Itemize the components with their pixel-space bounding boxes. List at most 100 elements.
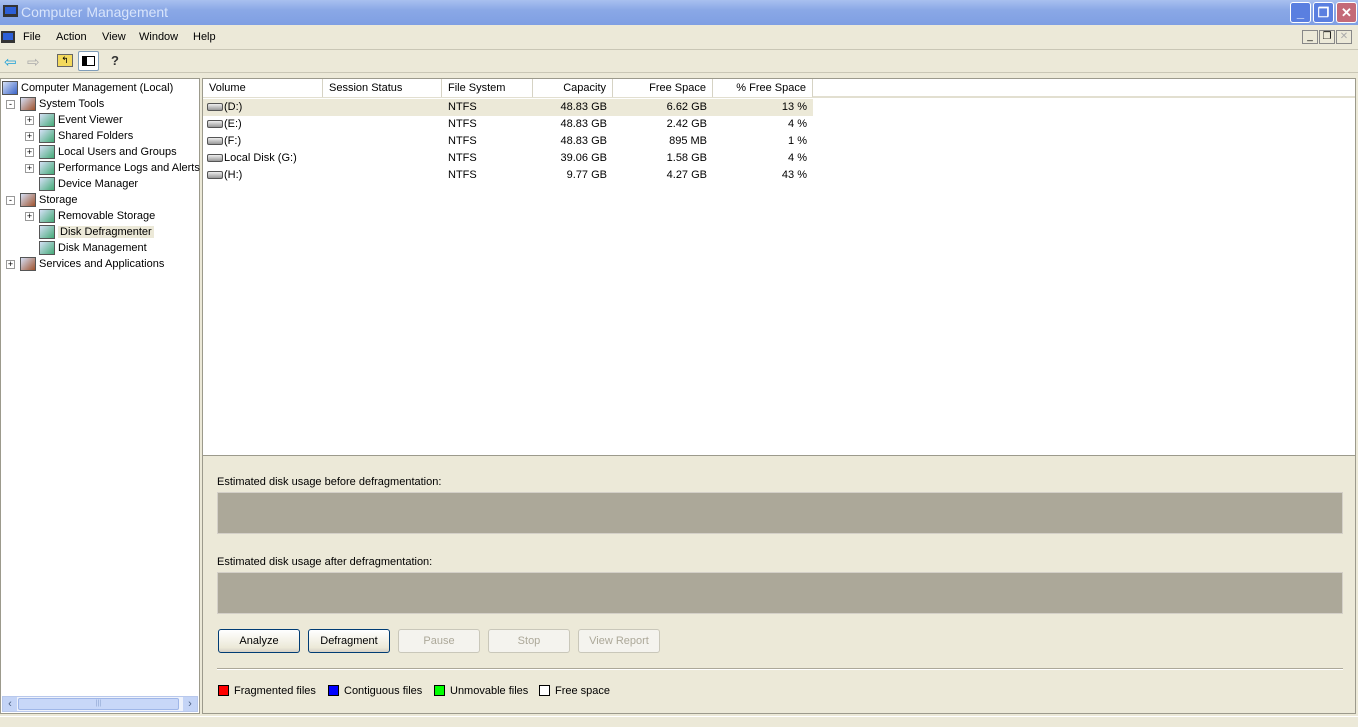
volume-name: (H:) <box>224 169 243 181</box>
expand-icon[interactable]: + <box>25 148 34 157</box>
volume-name: Local Disk (G:) <box>224 152 297 164</box>
node-icon <box>39 145 55 159</box>
file-system: NTFS <box>448 152 477 164</box>
tree-item[interactable]: Computer Management (Local) <box>21 80 173 96</box>
expand-icon[interactable]: + <box>25 132 34 141</box>
free-space: 2.42 GB <box>666 118 707 130</box>
scroll-thumb[interactable]: ||| <box>18 698 179 710</box>
menu-window[interactable]: Window <box>139 31 178 43</box>
percent-free: 43 % <box>781 169 807 181</box>
tree-item[interactable]: System Tools <box>39 96 104 112</box>
tree-item-label: Disk Defragmenter <box>58 226 154 238</box>
legend-label: Fragmented files <box>234 685 316 697</box>
file-system: NTFS <box>448 135 477 147</box>
drive-icon <box>207 154 223 163</box>
help-icon[interactable]: ? <box>111 53 119 68</box>
table-row[interactable]: (F:) NTFS 48.83 GB 895 MB 1 % <box>203 133 813 150</box>
table-row[interactable]: Local Disk (G:) NTFS 39.06 GB 1.58 GB 4 … <box>203 150 813 167</box>
capacity: 48.83 GB <box>560 118 607 130</box>
tree-item-label: Local Users and Groups <box>58 146 177 158</box>
tree-item[interactable]: Disk Defragmenter <box>58 224 154 240</box>
tree-item[interactable]: Event Viewer <box>58 112 123 128</box>
tree-item[interactable]: Storage <box>39 192 78 208</box>
close-button[interactable]: ✕ <box>1336 2 1357 23</box>
tree-item[interactable]: Shared Folders <box>58 128 133 144</box>
column-file-system[interactable]: File System <box>442 79 533 97</box>
node-icon <box>2 81 18 95</box>
expand-icon[interactable]: + <box>6 260 15 269</box>
back-arrow-icon[interactable]: ⇦ <box>4 53 17 71</box>
table-row[interactable]: (E:) NTFS 48.83 GB 2.42 GB 4 % <box>203 116 813 133</box>
legend-swatch <box>328 685 339 696</box>
legend-item: Free space <box>539 684 610 698</box>
free-space: 6.62 GB <box>666 101 707 113</box>
analyze-button[interactable]: Analyze <box>218 629 300 653</box>
child-minimize-button[interactable]: _ <box>1302 30 1318 44</box>
show-hide-tree-button[interactable] <box>78 51 99 71</box>
percent-free: 13 % <box>781 101 807 113</box>
volume-name: (E:) <box>224 118 242 130</box>
tree-item[interactable]: Disk Management <box>58 240 147 256</box>
tree-item[interactable]: Local Users and Groups <box>58 144 177 160</box>
toolbar <box>0 51 1358 73</box>
node-icon <box>20 97 36 111</box>
forward-arrow-icon[interactable]: ⇨ <box>27 53 40 71</box>
column-free-space[interactable]: Free Space <box>613 79 713 97</box>
after-usage-bar <box>217 572 1343 614</box>
table-row[interactable]: (D:) NTFS 48.83 GB 6.62 GB 13 % <box>203 99 813 116</box>
legend-swatch <box>434 685 445 696</box>
menu-help[interactable]: Help <box>193 31 216 43</box>
expand-icon[interactable]: + <box>25 164 34 173</box>
tree-item[interactable]: Removable Storage <box>58 208 155 224</box>
free-space: 4.27 GB <box>666 169 707 181</box>
menu-view[interactable]: View <box>102 31 126 43</box>
before-label: Estimated disk usage before defragmentat… <box>217 476 442 488</box>
volume-list: Volume Session Status File System Capaci… <box>203 79 1355 455</box>
stop-button[interactable]: Stop <box>488 629 570 653</box>
expand-icon[interactable]: + <box>25 116 34 125</box>
up-folder-icon[interactable]: ↰ <box>57 54 73 67</box>
collapse-icon[interactable]: - <box>6 100 15 109</box>
node-icon <box>39 241 55 255</box>
node-icon <box>39 113 55 127</box>
minimize-button[interactable]: _ <box>1290 2 1311 23</box>
tree-item-label: Event Viewer <box>58 114 123 126</box>
menu-action[interactable]: Action <box>56 31 87 43</box>
tree-item-label: Shared Folders <box>58 130 134 142</box>
column-session-status[interactable]: Session Status <box>323 79 442 97</box>
column-volume[interactable]: Volume <box>203 79 323 97</box>
expand-icon[interactable]: + <box>25 212 34 221</box>
child-restore-button[interactable]: ❐ <box>1319 30 1335 44</box>
column-capacity[interactable]: Capacity <box>533 79 613 97</box>
file-system: NTFS <box>448 101 477 113</box>
tree-item-label: Device Manager <box>58 178 139 190</box>
legend-item: Fragmented files <box>218 684 316 698</box>
node-icon <box>20 257 36 271</box>
scroll-left-icon[interactable]: ‹ <box>3 697 17 711</box>
node-icon <box>39 225 55 239</box>
tree-item-label: Disk Management <box>58 242 147 254</box>
collapse-icon[interactable]: - <box>6 196 15 205</box>
defragment-button[interactable]: Defragment <box>308 629 390 653</box>
menu-file[interactable]: File <box>23 31 41 43</box>
restore-button[interactable]: ❐ <box>1313 2 1334 23</box>
legend-label: Contiguous files <box>344 685 423 697</box>
before-usage-bar <box>217 492 1343 534</box>
child-close-button[interactable]: ✕ <box>1336 30 1352 44</box>
column-percent-free[interactable]: % Free Space <box>713 79 813 97</box>
node-icon <box>39 209 55 223</box>
tree-item[interactable]: Performance Logs and Alerts <box>58 160 200 176</box>
file-system: NTFS <box>448 118 477 130</box>
view-report-button[interactable]: View Report <box>578 629 660 653</box>
title-bar: Computer Management _ ❐ ✕ <box>0 0 1358 25</box>
tree-item-label: Removable Storage <box>58 210 156 222</box>
table-row[interactable]: (H:) NTFS 9.77 GB 4.27 GB 43 % <box>203 167 813 184</box>
tree-item[interactable]: Services and Applications <box>39 256 164 272</box>
free-space: 895 MB <box>669 135 707 147</box>
scroll-right-icon[interactable]: › <box>183 697 197 711</box>
tree-item-label: System Tools <box>39 98 105 110</box>
tree-item[interactable]: Device Manager <box>58 176 138 192</box>
horizontal-scrollbar[interactable]: ‹ ||| › <box>2 696 198 712</box>
pause-button[interactable]: Pause <box>398 629 480 653</box>
percent-free: 4 % <box>788 152 807 164</box>
